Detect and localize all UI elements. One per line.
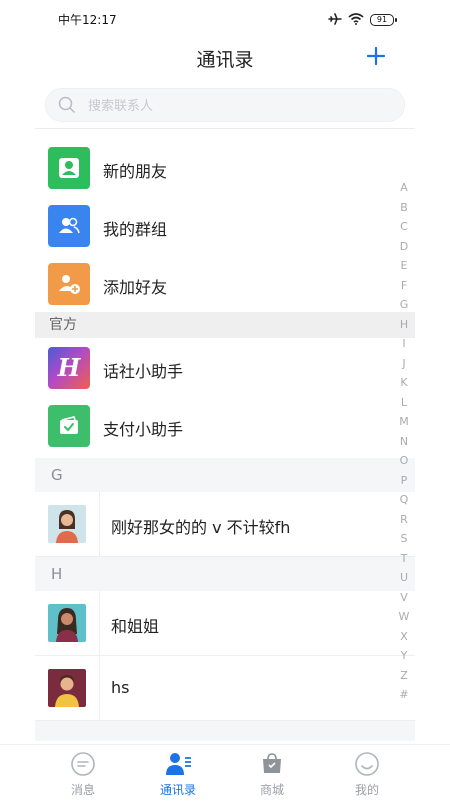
avatar <box>48 505 86 543</box>
add-contact-button[interactable] <box>362 42 390 70</box>
index-letter[interactable]: A <box>400 178 408 198</box>
status-icons: 91 <box>328 10 397 29</box>
user-icon <box>48 147 90 189</box>
airplane-icon <box>328 10 342 29</box>
contact-row[interactable]: 刚好那女的的 v 不计较fh <box>35 492 415 557</box>
divider <box>99 656 100 720</box>
tab-label: 商城 <box>259 783 284 797</box>
official-item-huashe-assistant[interactable]: H 话社小助手 <box>35 338 415 396</box>
index-letter[interactable]: W <box>399 607 410 627</box>
wallet-icon <box>48 405 90 447</box>
index-letter[interactable]: C <box>400 217 408 237</box>
plus-icon <box>366 46 386 66</box>
contact-name: 刚好那女的的 v 不计较fh <box>111 518 291 537</box>
quick-item-new-friends[interactable]: 新的朋友 <box>35 138 415 196</box>
official-item-label: 支付小助手 <box>103 420 184 439</box>
contact-row[interactable]: hs <box>35 656 415 721</box>
index-letter[interactable]: B <box>400 198 408 218</box>
letter-header-partial <box>35 721 415 741</box>
add-user-icon <box>48 263 90 305</box>
letter-header-g: G <box>35 458 415 492</box>
contact-name: hs <box>111 678 130 697</box>
index-letter[interactable]: M <box>399 412 409 432</box>
tab-messages[interactable]: 消息 <box>43 749 123 798</box>
index-letter[interactable]: T <box>401 549 408 569</box>
index-letter[interactable]: K <box>400 373 407 393</box>
index-letter[interactable]: E <box>401 256 408 276</box>
search-input[interactable] <box>86 89 390 123</box>
battery-indicator: 91 <box>370 13 397 26</box>
official-item-label: 话社小助手 <box>103 362 184 381</box>
shopping-bag-icon <box>232 749 312 779</box>
quick-item-my-groups[interactable]: 我的群组 <box>35 196 415 254</box>
divider <box>35 128 415 129</box>
quick-item-label: 我的群组 <box>103 220 168 239</box>
tab-me[interactable]: 我的 <box>327 749 407 798</box>
index-letter[interactable]: X <box>400 627 408 647</box>
contact-list: 新的朋友 我的群组 添加好友 官方 H 话社小助手 支付小助手 G 刚好那女的的… <box>35 138 415 741</box>
quick-item-label: 添加好友 <box>103 278 168 297</box>
section-header-official: 官方 <box>35 312 415 338</box>
divider <box>99 591 100 655</box>
index-letter[interactable]: G <box>400 295 409 315</box>
index-letter[interactable]: Q <box>400 490 409 510</box>
status-time: 中午12:17 <box>58 13 117 27</box>
index-letter[interactable]: F <box>401 276 407 296</box>
index-letter[interactable]: V <box>400 588 408 608</box>
tab-label: 消息 <box>70 783 95 797</box>
tab-label: 我的 <box>354 783 379 797</box>
search-icon <box>58 96 76 118</box>
h-logo-icon: H <box>48 347 90 389</box>
message-icon <box>43 749 123 779</box>
index-letter[interactable]: H <box>400 315 408 335</box>
alphabet-index[interactable]: A B C D E F G H I J K L M N O P Q R S T U V W X Y Z # <box>393 178 415 705</box>
index-letter[interactable]: N <box>400 432 408 452</box>
status-bar: 中午12:17 91 <box>0 0 450 36</box>
index-letter[interactable]: Y <box>401 646 408 666</box>
svg-text:H: H <box>57 353 82 382</box>
quick-item-add-friend[interactable]: 添加好友 <box>35 254 415 312</box>
index-letter[interactable]: R <box>400 510 408 530</box>
wifi-icon <box>348 10 364 29</box>
index-letter[interactable]: D <box>400 237 408 257</box>
avatar <box>48 604 86 642</box>
index-letter[interactable]: S <box>401 529 408 549</box>
bottom-tab-bar: 消息 通讯录 商城 我的 <box>0 744 450 801</box>
index-letter[interactable]: P <box>401 471 408 491</box>
quick-item-label: 新的朋友 <box>103 162 168 181</box>
search-bar[interactable] <box>45 88 405 123</box>
index-letter[interactable]: O <box>400 451 409 471</box>
header: 通讯录 <box>0 36 450 78</box>
group-icon <box>48 205 90 247</box>
index-letter[interactable]: J <box>402 354 405 374</box>
smiley-icon <box>327 749 407 779</box>
tab-contacts[interactable]: 通讯录 <box>138 749 218 798</box>
divider <box>99 492 100 556</box>
index-letter[interactable]: U <box>400 568 408 588</box>
index-letter[interactable]: I <box>402 334 405 354</box>
index-letter[interactable]: Z <box>400 666 408 686</box>
index-letter[interactable]: L <box>401 393 407 413</box>
index-letter[interactable]: # <box>399 685 408 705</box>
tab-shop[interactable]: 商城 <box>232 749 312 798</box>
letter-header-h: H <box>35 557 415 591</box>
official-item-payment-assistant[interactable]: 支付小助手 <box>35 396 415 454</box>
contacts-icon <box>138 749 218 779</box>
avatar <box>48 669 86 707</box>
contact-row[interactable]: 和姐姐 <box>35 591 415 656</box>
tab-label: 通讯录 <box>159 783 196 797</box>
contact-name: 和姐姐 <box>111 617 160 636</box>
